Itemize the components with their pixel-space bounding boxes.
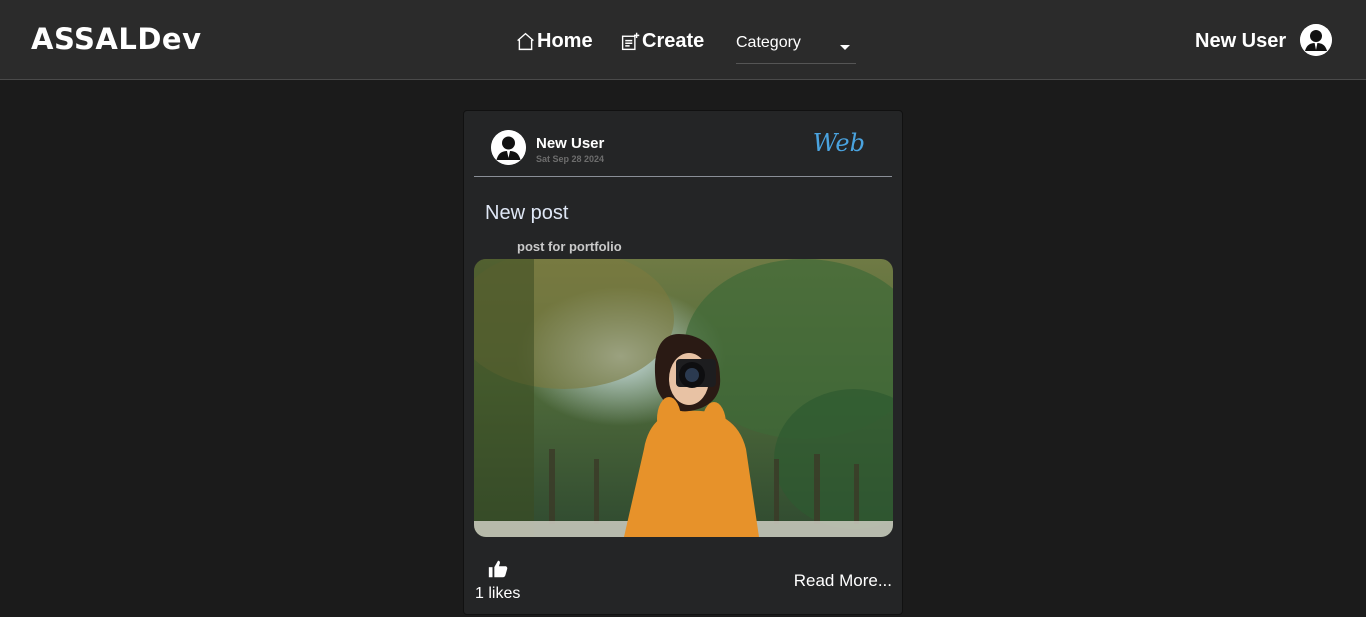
create-icon [621, 32, 640, 51]
brand-logo[interactable]: ASSALDev [31, 22, 201, 56]
post-author-name[interactable]: New User [536, 135, 604, 152]
nav-home-link[interactable]: Home [515, 30, 593, 53]
caret-down-icon [840, 45, 850, 50]
post-date: Sat Sep 28 2024 [536, 154, 605, 164]
category-select[interactable]: Category [736, 34, 856, 64]
post-title[interactable]: New post [485, 202, 568, 225]
nav-create-link[interactable]: Create [620, 30, 704, 53]
user-avatar-icon[interactable] [1300, 24, 1332, 56]
read-more-link[interactable]: Read More... [794, 571, 892, 591]
post-header: New User Sat Sep 28 2024 Web [474, 111, 892, 177]
home-icon [517, 32, 534, 51]
post-image[interactable] [474, 259, 893, 537]
thumbs-up-icon[interactable] [487, 558, 509, 580]
likes-count: 1 likes [475, 585, 521, 602]
post-author-avatar [491, 130, 526, 165]
nav-create-label: Create [642, 30, 705, 52]
navbar: ASSALDev Home Create Category New User [0, 0, 1366, 80]
nav-home-label: Home [537, 30, 593, 52]
post-description: post for portfolio [517, 239, 622, 254]
category-select-label: Category [736, 34, 801, 51]
post-category-tag[interactable]: Web [813, 129, 865, 157]
nav-user-name[interactable]: New User [1195, 30, 1286, 53]
post-card: New User Sat Sep 28 2024 Web New post po… [463, 110, 903, 615]
